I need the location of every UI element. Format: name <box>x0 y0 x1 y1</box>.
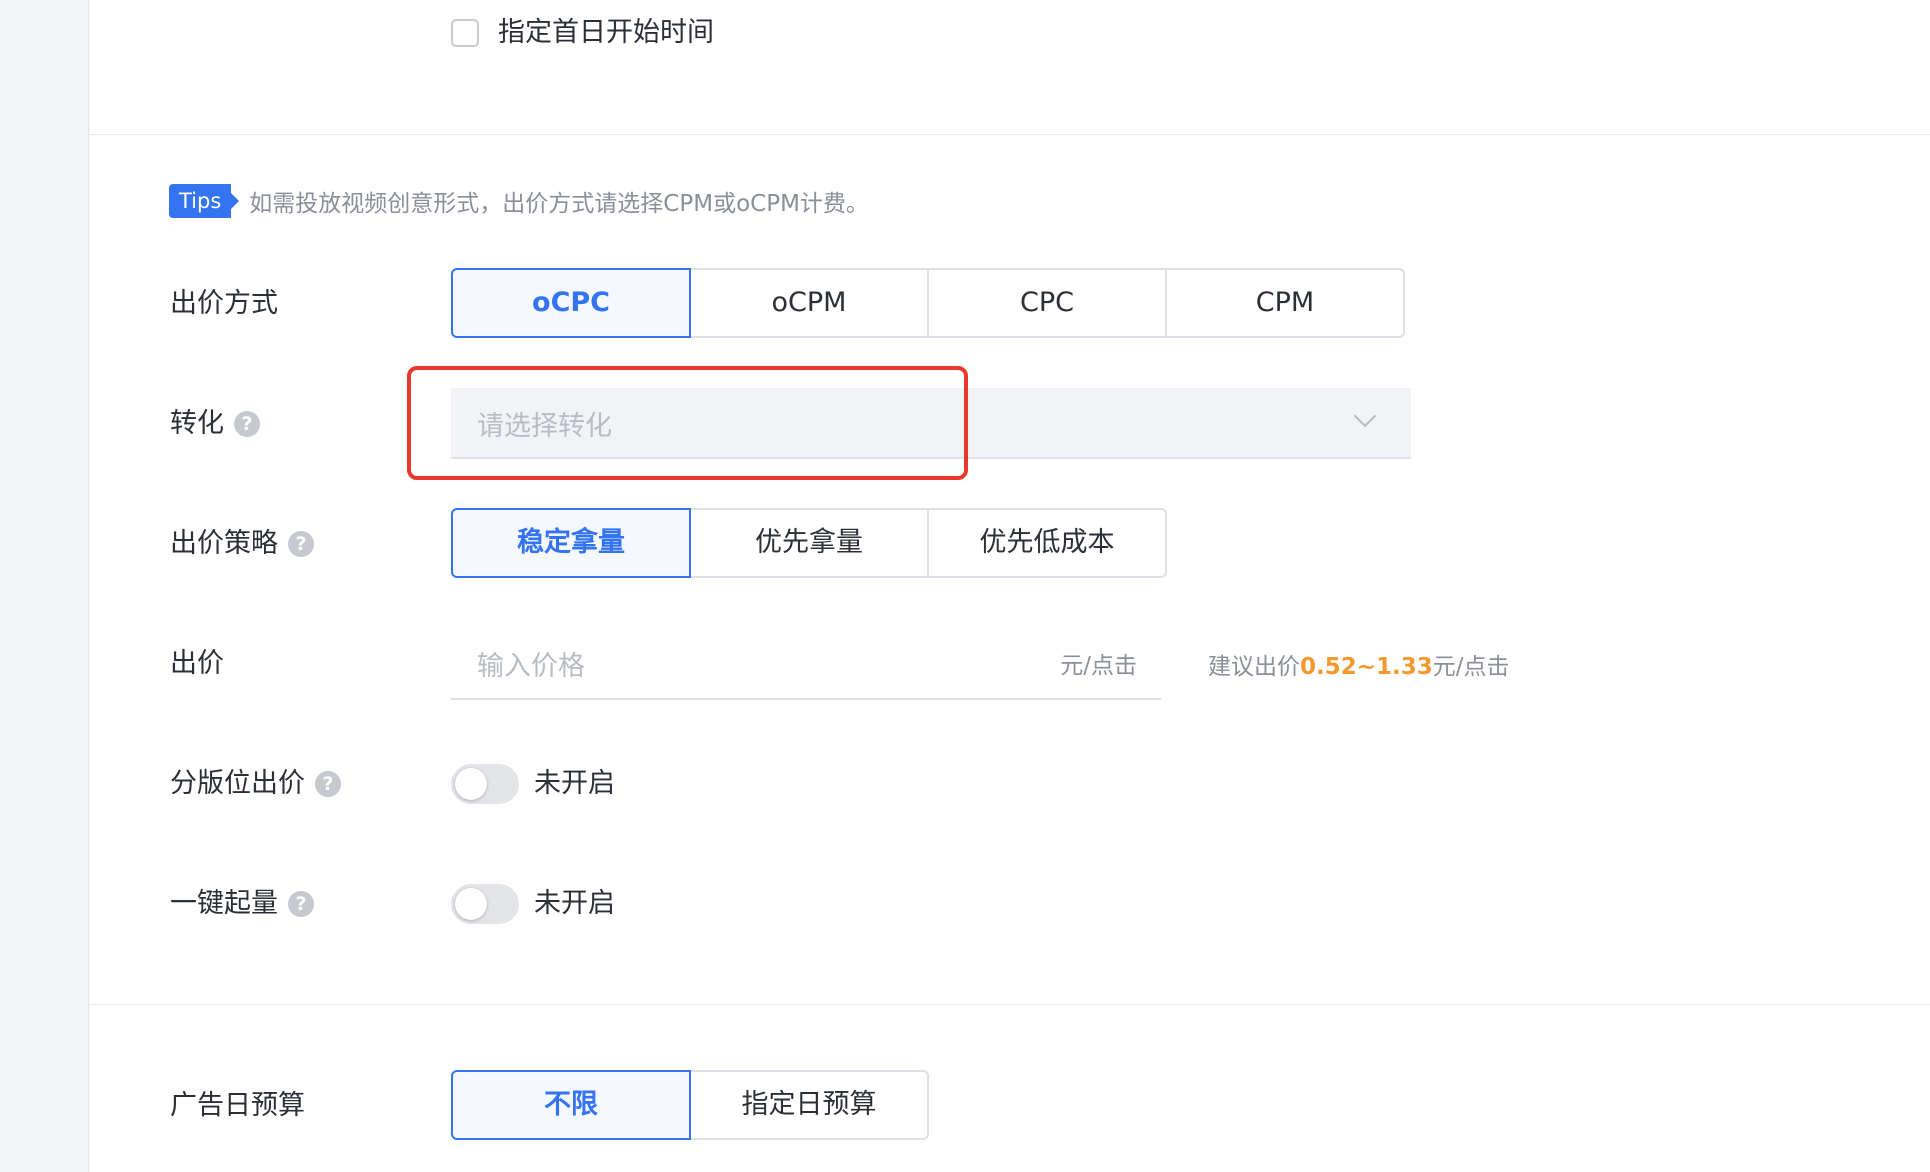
bid-price-placeholder: 输入价格 <box>477 651 585 682</box>
help-icon[interactable]: ? <box>315 771 341 797</box>
conversion-label: 转化 ? <box>170 405 260 443</box>
suggested-bid-range: 0.52~1.33 <box>1300 654 1433 680</box>
bid-method-label: 出价方式 <box>170 288 278 319</box>
section-divider <box>90 1004 1930 1005</box>
conversion-select[interactable]: 请选择转化 <box>451 388 1411 459</box>
placement-bid-label: 分版位出价 ? <box>170 765 341 803</box>
help-icon[interactable]: ? <box>288 891 314 917</box>
bid-strategy-group: 稳定拿量 优先拿量 优先低成本 <box>451 508 1167 578</box>
daily-budget-unlimited[interactable]: 不限 <box>451 1070 691 1140</box>
toggle-knob <box>455 888 487 920</box>
bid-strategy-label: 出价策略 ? <box>170 525 314 563</box>
one-click-boost-toggle[interactable] <box>451 884 519 924</box>
tips-text: 如需投放视频创意形式，出价方式请选择CPM或oCPM计费。 <box>249 191 869 217</box>
bid-price-unit: 元/点击 <box>1060 653 1137 679</box>
chevron-down-icon <box>1353 404 1377 428</box>
first-day-start-label: 指定首日开始时间 <box>498 17 714 48</box>
placement-bid-toggle[interactable] <box>451 764 519 804</box>
bid-strategy-priority-volume[interactable]: 优先拿量 <box>689 508 929 578</box>
suggested-bid: 建议出价0.52~1.33元/点击 <box>1208 654 1510 680</box>
tips-badge: Tips <box>169 184 240 218</box>
left-sidebar-strip <box>0 0 89 1172</box>
tips-row: Tips 如需投放视频创意形式，出价方式请选择CPM或oCPM计费。 <box>169 184 869 218</box>
daily-budget-specified[interactable]: 指定日预算 <box>689 1070 929 1140</box>
bid-method-ocpc[interactable]: oCPC <box>451 268 691 338</box>
bid-label: 出价 <box>170 648 224 679</box>
help-icon[interactable]: ? <box>234 411 260 437</box>
section-divider <box>90 134 1930 135</box>
conversion-placeholder: 请选择转化 <box>477 411 612 442</box>
bid-method-ocpm[interactable]: oCPM <box>689 268 929 338</box>
bid-price-input[interactable]: 输入价格 元/点击 <box>451 628 1161 700</box>
bid-strategy-stable[interactable]: 稳定拿量 <box>451 508 691 578</box>
placement-bid-status: 未开启 <box>534 768 615 799</box>
daily-budget-group: 不限 指定日预算 <box>451 1070 929 1140</box>
ad-settings-panel: 指定首日开始时间 Tips 如需投放视频创意形式，出价方式请选择CPM或oCPM… <box>90 0 1930 1172</box>
first-day-start-checkbox[interactable] <box>451 19 479 47</box>
daily-budget-label: 广告日预算 <box>170 1090 305 1121</box>
help-icon[interactable]: ? <box>288 531 314 557</box>
one-click-boost-status: 未开启 <box>534 888 615 919</box>
one-click-boost-label: 一键起量 ? <box>170 885 314 923</box>
bid-strategy-low-cost[interactable]: 优先低成本 <box>927 508 1167 578</box>
bid-method-cpc[interactable]: CPC <box>927 268 1167 338</box>
toggle-knob <box>455 768 487 800</box>
bid-method-cpm[interactable]: CPM <box>1165 268 1405 338</box>
bid-method-group: oCPC oCPM CPC CPM <box>451 268 1405 338</box>
